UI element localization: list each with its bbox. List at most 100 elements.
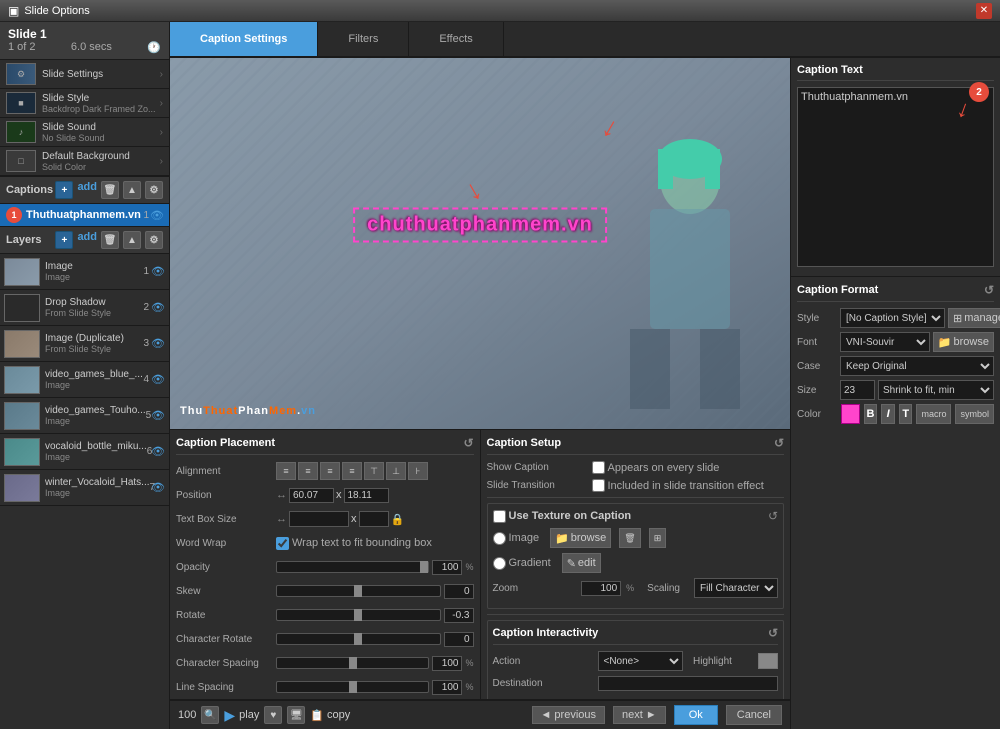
previous-button[interactable]: ◄ previous (532, 706, 605, 724)
zoom-search-button[interactable]: 🔍 (201, 706, 219, 724)
texture-gradient-radio[interactable] (493, 557, 506, 570)
position-y-input[interactable] (344, 488, 389, 503)
setup-refresh-icon[interactable]: ↺ (774, 436, 784, 450)
slide-transition-checkbox[interactable] (592, 479, 605, 492)
move-up-layer-button[interactable]: ▲ (123, 231, 141, 249)
line-spacing-slider[interactable] (276, 681, 429, 693)
layer-eye-icon[interactable]: 👁 (151, 337, 165, 350)
slide-style-item[interactable]: ■ Slide Style Backdrop Dark Framed Zo...… (0, 89, 169, 118)
color-swatch[interactable] (841, 404, 860, 424)
position-x-input[interactable] (289, 488, 334, 503)
bold-button[interactable]: B (864, 404, 878, 424)
tab-caption-settings[interactable]: Caption Settings (170, 22, 318, 56)
texture-edit-button[interactable]: ✎ edit (562, 553, 601, 573)
layer-eye-icon[interactable]: 👁 (151, 409, 165, 422)
char-rotate-slider[interactable] (276, 633, 441, 645)
opacity-slider[interactable] (276, 561, 429, 573)
line-spacing-value-input[interactable] (432, 680, 462, 695)
opacity-value-input[interactable] (432, 560, 462, 575)
caption-eye-icon[interactable]: 👁 (150, 209, 164, 222)
align-left-button[interactable]: ≡ (276, 462, 296, 480)
texture-browse-button[interactable]: 📁 browse (550, 528, 611, 548)
highlight-color-swatch[interactable] (758, 653, 778, 669)
settings-layer-button[interactable]: ⚙ (145, 231, 163, 249)
action-select[interactable]: <None> (598, 651, 684, 671)
cancel-button[interactable]: Cancel (726, 705, 782, 725)
align-center-button[interactable]: ≡ (298, 462, 318, 480)
skew-slider[interactable] (276, 585, 441, 597)
caption-item[interactable]: 1 Thuthuatphanmem.vn 1 👁 (0, 204, 169, 227)
layer-eye-icon[interactable]: 👁 (151, 373, 165, 386)
layer-item[interactable]: Image Image 1 👁 (0, 254, 169, 290)
style-select[interactable]: [No Caption Style] (840, 308, 945, 328)
char-spacing-slider[interactable] (276, 657, 429, 669)
layer-eye-icon[interactable]: 👁 (151, 445, 165, 458)
tab-effects[interactable]: Effects (409, 22, 503, 56)
skew-value-input[interactable] (444, 584, 474, 599)
char-spacing-value-input[interactable] (432, 656, 462, 671)
texture-image-radio[interactable] (493, 532, 506, 545)
italic-button[interactable]: I (881, 404, 895, 424)
delete-caption-button[interactable]: 🗑 (101, 181, 119, 199)
texture-zoom-input[interactable] (581, 581, 621, 596)
format-refresh-icon[interactable]: ↺ (984, 283, 994, 297)
align-bottom-button[interactable]: ⊦ (408, 462, 428, 480)
delete-layer-button[interactable]: 🗑 (101, 231, 119, 249)
layer-item[interactable]: Drop Shadow From Slide Style 2 👁 (0, 290, 169, 326)
layer-item[interactable]: video_games_blue_... Image 4 👁 (0, 362, 169, 398)
font-select[interactable]: VNI-Souvir (840, 332, 930, 352)
show-caption-checkbox[interactable] (592, 461, 605, 474)
add-caption-button[interactable]: + (55, 181, 73, 199)
align-middle-button[interactable]: ⊥ (386, 462, 406, 480)
align-justify-button[interactable]: ≡ (342, 462, 362, 480)
close-button[interactable]: ✕ (976, 3, 992, 19)
settings-caption-button[interactable]: ⚙ (145, 181, 163, 199)
add-layer-label[interactable]: add (77, 231, 97, 249)
tab-filters[interactable]: Filters (318, 22, 409, 56)
interactivity-refresh-icon[interactable]: ↺ (768, 626, 778, 640)
move-up-caption-button[interactable]: ▲ (123, 181, 141, 199)
size-select[interactable]: Shrink to fit, min (878, 380, 994, 400)
wordwrap-checkbox[interactable] (276, 537, 289, 550)
char-rotate-value-input[interactable] (444, 632, 474, 647)
case-select[interactable]: Keep Original (840, 356, 994, 376)
layer-item[interactable]: Image (Duplicate) From Slide Style 3 👁 (0, 326, 169, 362)
default-bg-item[interactable]: □ Default Background Solid Color › (0, 147, 169, 176)
texture-refresh-icon[interactable]: ↺ (768, 509, 778, 523)
layer-item[interactable]: video_games_Touho... Image 5 👁 (0, 398, 169, 434)
align-top-button[interactable]: ⊤ (364, 462, 384, 480)
copy-button[interactable]: 📋 copy (310, 709, 350, 722)
layer-item[interactable]: winter_Vocaloid_Hats... Image 7 👁 (0, 470, 169, 506)
slide-settings-item[interactable]: ⚙ Slide Settings › (0, 60, 169, 89)
rotate-slider[interactable] (276, 609, 441, 621)
align-right-button[interactable]: ≡ (320, 462, 340, 480)
layer-item[interactable]: vocaloid_bottle_miku... Image 6 👁 (0, 434, 169, 470)
ok-button[interactable]: Ok (674, 705, 718, 725)
texture-delete-button[interactable]: 🗑 (619, 528, 640, 548)
manage-button[interactable]: ⊞ manage (948, 308, 1000, 328)
slide-sound-item[interactable]: ♪ Slide Sound No Slide Sound › (0, 118, 169, 147)
layer-eye-icon[interactable]: 👁 (151, 481, 165, 494)
layer-eye-icon[interactable]: 👁 (151, 265, 165, 278)
browse-font-button[interactable]: 📁 browse (933, 332, 994, 352)
placement-refresh-icon[interactable]: ↺ (463, 436, 473, 450)
add-layer-button[interactable]: + (55, 231, 73, 249)
texture-checkbox[interactable] (493, 510, 506, 523)
preview-caption-box[interactable]: chuthuatphanmem.vn (353, 207, 607, 242)
rotate-value-input[interactable] (444, 608, 474, 623)
macro-button[interactable]: macro (916, 404, 951, 424)
symbol-button[interactable]: symbol (955, 404, 994, 424)
destination-input[interactable] (598, 676, 779, 691)
textbox-w-slider[interactable] (289, 511, 349, 527)
textbox-h-slider[interactable] (359, 511, 389, 527)
layer-eye-icon[interactable]: 👁 (151, 301, 165, 314)
monitor-button[interactable]: 🖥 (287, 706, 305, 724)
heart-button[interactable]: ♥ (264, 706, 282, 724)
texture-scaling-select[interactable]: Fill Character (694, 578, 778, 598)
next-button[interactable]: next ► (613, 706, 666, 724)
play-button[interactable]: ▶ (224, 707, 235, 724)
text-icon-button[interactable]: T (899, 404, 913, 424)
size-input[interactable] (840, 380, 875, 400)
add-caption-label[interactable]: add (77, 181, 97, 199)
texture-copy-button[interactable]: ⊞ (649, 528, 667, 548)
